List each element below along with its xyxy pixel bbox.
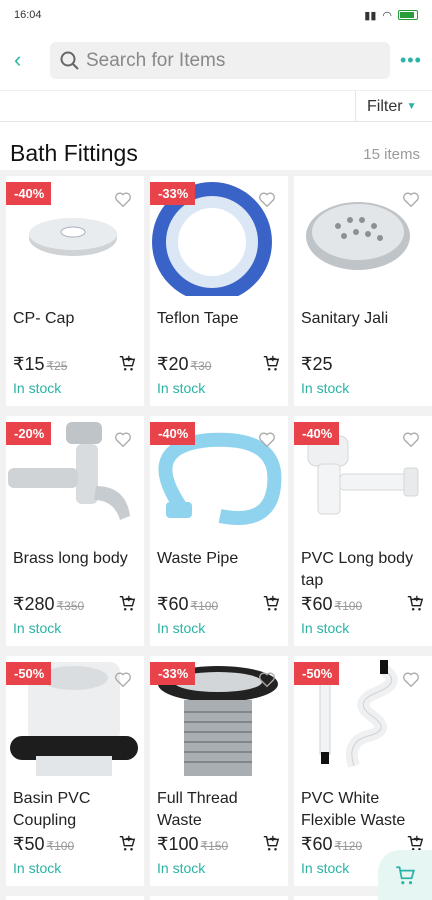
price-value: ₹50 (13, 834, 45, 854)
stock-status: In stock (301, 620, 350, 636)
product-price: ₹60 ₹120 (301, 834, 362, 855)
price-value: ₹60 (301, 834, 333, 854)
filter-button[interactable]: Filter ▼ (355, 91, 416, 122)
stock-status: In stock (13, 620, 62, 636)
stock-status: In stock (13, 380, 62, 396)
mrp-value: ₹120 (334, 839, 363, 853)
heart-icon[interactable] (114, 431, 132, 449)
more-dots-icon[interactable]: ••• (400, 50, 422, 71)
discount-badge: -40% (150, 422, 196, 445)
product-price: ₹280 ₹350 (13, 594, 84, 615)
search-icon (60, 51, 79, 70)
discount-badge: -40% (294, 422, 340, 445)
status-bar: 16:04 ▮▮ ◠ (0, 0, 432, 30)
product-card[interactable]: Sanitary Jali ₹25 In stock (294, 176, 432, 406)
stock-status: In stock (301, 380, 350, 396)
cart-icon (396, 866, 415, 885)
product-card[interactable]: -40% Waste Pipe ₹60 ₹100 In stock (150, 416, 288, 646)
mrp-value: ₹150 (200, 839, 229, 853)
product-price: ₹20 ₹30 (157, 354, 211, 375)
stock-status: In stock (157, 380, 206, 396)
product-card[interactable] (6, 896, 144, 900)
product-price: ₹60 ₹100 (301, 594, 362, 615)
discount-badge: -33% (150, 182, 196, 205)
product-name: Brass long body (13, 550, 128, 567)
product-card[interactable]: -33% Teflon Tape ₹20 ₹30 In stock (150, 176, 288, 406)
add-to-cart-icon[interactable] (406, 594, 424, 612)
heart-icon[interactable] (258, 431, 276, 449)
status-time: 16:04 (14, 9, 42, 21)
price-value: ₹25 (301, 354, 333, 374)
stock-status: In stock (301, 860, 350, 876)
stock-status: In stock (13, 860, 62, 876)
heart-icon[interactable] (402, 431, 420, 449)
battery-icon (398, 10, 418, 20)
back-arrow-icon[interactable]: ‹ (14, 48, 38, 72)
product-name: Waste Pipe (157, 550, 239, 567)
heart-icon[interactable] (402, 671, 420, 689)
product-name: Sanitary Jali (301, 310, 389, 327)
mrp-value: ₹100 (190, 599, 219, 613)
price-value: ₹280 (13, 594, 55, 614)
product-card[interactable]: -20% Brass long body ₹280 ₹350 In stock (6, 416, 144, 646)
search-input[interactable] (86, 49, 366, 72)
top-app-bar: ‹ ••• (0, 30, 432, 90)
mrp-value: ₹100 (334, 599, 363, 613)
add-to-cart-icon[interactable] (118, 594, 136, 612)
signal-icon: ▮▮ (364, 9, 377, 22)
product-name: Basin PVC Coupling (13, 790, 91, 829)
discount-badge: -40% (6, 182, 52, 205)
price-value: ₹15 (13, 354, 45, 374)
add-to-cart-icon[interactable] (262, 354, 280, 372)
cart-fab[interactable] (378, 850, 432, 900)
discount-badge: -33% (150, 662, 196, 685)
discount-badge: -50% (294, 662, 340, 685)
heart-icon[interactable] (402, 191, 420, 209)
price-value: ₹60 (301, 594, 333, 614)
product-name: CP- Cap (13, 310, 75, 327)
wifi-icon: ◠ (382, 9, 392, 22)
stock-status: In stock (157, 620, 206, 636)
item-count: 15 items (363, 146, 420, 163)
product-price: ₹15 ₹25 (13, 354, 67, 375)
discount-badge: -20% (6, 422, 52, 445)
heart-icon[interactable] (258, 191, 276, 209)
product-name: PVC White Flexible Waste (301, 790, 406, 829)
price-value: ₹60 (157, 594, 189, 614)
price-value: ₹20 (157, 354, 189, 374)
heart-icon[interactable] (114, 191, 132, 209)
heart-icon[interactable] (114, 671, 132, 689)
product-card[interactable]: -40% CP- Cap ₹15 ₹25 In stock (6, 176, 144, 406)
discount-badge: -50% (6, 662, 52, 685)
add-to-cart-icon[interactable] (262, 834, 280, 852)
mrp-value: ₹100 (46, 839, 75, 853)
section-header: Bath Fittings 15 items (0, 122, 432, 170)
product-price: ₹100 ₹150 (157, 834, 228, 855)
mrp-value: ₹350 (56, 599, 85, 613)
search-box[interactable] (50, 42, 390, 79)
product-card[interactable]: -50% Basin PVC Coupling ₹50 ₹100 In stock (6, 656, 144, 886)
product-price: ₹50 ₹100 (13, 834, 74, 855)
product-price: ₹25 (301, 354, 332, 375)
product-card[interactable]: -33% Full Thread Waste ₹100 ₹150 In stock (150, 656, 288, 886)
product-card[interactable] (150, 896, 288, 900)
product-name: Full Thread Waste (157, 790, 238, 829)
price-value: ₹100 (157, 834, 199, 854)
mrp-value: ₹25 (46, 359, 68, 373)
status-icons: ▮▮ ◠ (364, 9, 418, 22)
product-card[interactable]: -40% PVC Long body tap ₹60 ₹100 In stock (294, 416, 432, 646)
add-to-cart-icon[interactable] (262, 594, 280, 612)
filter-label: Filter (367, 97, 403, 115)
add-to-cart-icon[interactable] (118, 354, 136, 372)
mrp-value: ₹30 (190, 359, 212, 373)
chevron-down-icon: ▼ (406, 101, 417, 112)
filter-bar: Filter ▼ (0, 90, 432, 122)
product-name: PVC Long body tap (301, 550, 414, 589)
product-name: Teflon Tape (157, 310, 239, 327)
add-to-cart-icon[interactable] (118, 834, 136, 852)
product-price: ₹60 ₹100 (157, 594, 218, 615)
page-title: Bath Fittings (10, 140, 138, 166)
stock-status: In stock (157, 860, 206, 876)
heart-icon[interactable] (258, 671, 276, 689)
